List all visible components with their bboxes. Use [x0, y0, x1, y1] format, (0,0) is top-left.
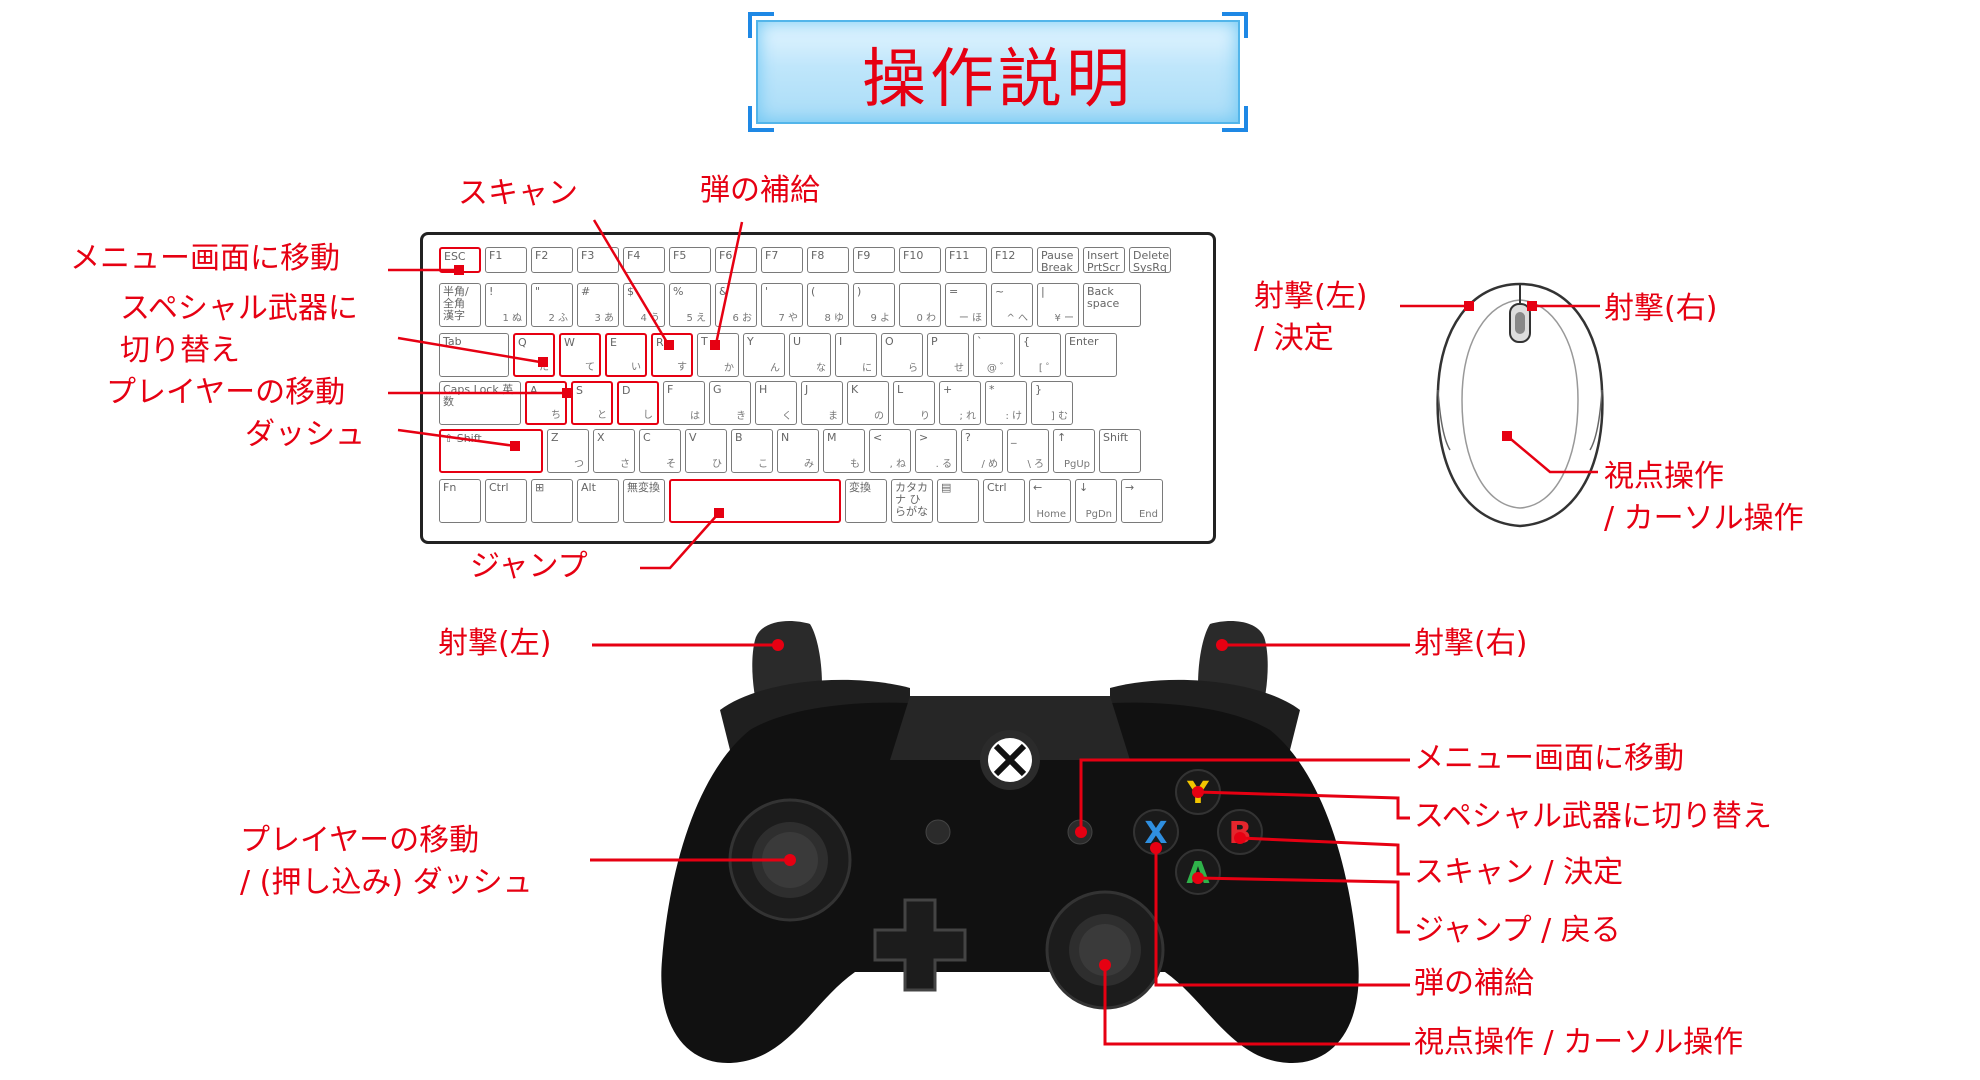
- label-reload: 弾の補給: [700, 173, 820, 208]
- dot-mouse-body: [1502, 431, 1512, 441]
- leader-lines: [388, 219, 1600, 1046]
- dot-a: [562, 388, 572, 398]
- label-dash: ダッシュ: [245, 417, 365, 452]
- dot-lt: [772, 639, 784, 651]
- label-lt: 射撃(左): [438, 626, 552, 661]
- dot-y: [1192, 786, 1204, 798]
- dot-rt: [1216, 639, 1228, 651]
- dot-x: [1150, 842, 1162, 854]
- label-special-1: スペシャル武器に: [120, 291, 358, 326]
- dot-space: [714, 508, 724, 518]
- dot-esc: [454, 265, 464, 275]
- line-dash-shift: [397, 428, 516, 448]
- label-scan: スキャン: [458, 176, 578, 211]
- dot-q: [538, 357, 548, 367]
- dot-lstick: [784, 854, 796, 866]
- label-jump: ジャンプ: [470, 549, 588, 584]
- dot-menu: [1075, 826, 1087, 838]
- label-ctrl-x: 弾の補給: [1414, 966, 1534, 1001]
- label-menu: メニュー画面に移動: [70, 241, 340, 276]
- label-ctrl-b: スキャン / 決定: [1414, 855, 1624, 890]
- line-jump-space: [640, 513, 719, 570]
- line-a: [1197, 876, 1410, 934]
- line-rstick: [1103, 965, 1410, 1046]
- label-mouse-body-2: / カーソル操作: [1604, 501, 1804, 536]
- label-ctrl-menu: メニュー画面に移動: [1414, 741, 1684, 776]
- label-ctrl-rstick: 視点操作 / カーソル操作: [1414, 1025, 1744, 1060]
- label-mouse-left-2: / 決定: [1254, 321, 1334, 356]
- dot-shift: [510, 441, 520, 451]
- label-mouse-body-1: 視点操作: [1604, 459, 1724, 494]
- line-reload-r: [714, 221, 744, 345]
- line-b: [1239, 836, 1410, 876]
- label-move: プレイヤーの移動: [106, 375, 346, 410]
- label-ctrl-y: スペシャル武器に切り替え: [1414, 799, 1772, 834]
- label-ctrl-lstick-1: プレイヤーの移動: [240, 823, 480, 858]
- dot-mouse-right: [1527, 301, 1537, 311]
- dot-e: [664, 340, 674, 350]
- label-ctrl-lstick-2: / (押し込み) ダッシュ: [240, 865, 533, 900]
- dot-rstick: [1099, 959, 1111, 971]
- line-mouse-body: [1505, 434, 1598, 474]
- line-scan-e: [592, 219, 670, 345]
- dot-a-btn: [1192, 872, 1204, 884]
- dot-b: [1234, 832, 1246, 844]
- label-mouse-left-1: 射撃(左): [1254, 279, 1368, 314]
- instructions-page: 操作説明 ESC F1 F2 F3 F4 F5 F6 F7 F8 F9 F10 F11 F12 Pause…: [0, 0, 1980, 1080]
- dot-mouse-left: [1464, 301, 1474, 311]
- dot-r: [710, 340, 720, 350]
- line-special-q: [397, 336, 541, 364]
- label-ctrl-a: ジャンプ / 戻る: [1414, 913, 1621, 948]
- line-y: [1197, 790, 1410, 820]
- line-x: [1154, 848, 1410, 987]
- label-rt: 射撃(右): [1414, 626, 1528, 661]
- label-special-2: 切り替え: [120, 333, 240, 368]
- label-mouse-right: 射撃(右): [1604, 291, 1718, 326]
